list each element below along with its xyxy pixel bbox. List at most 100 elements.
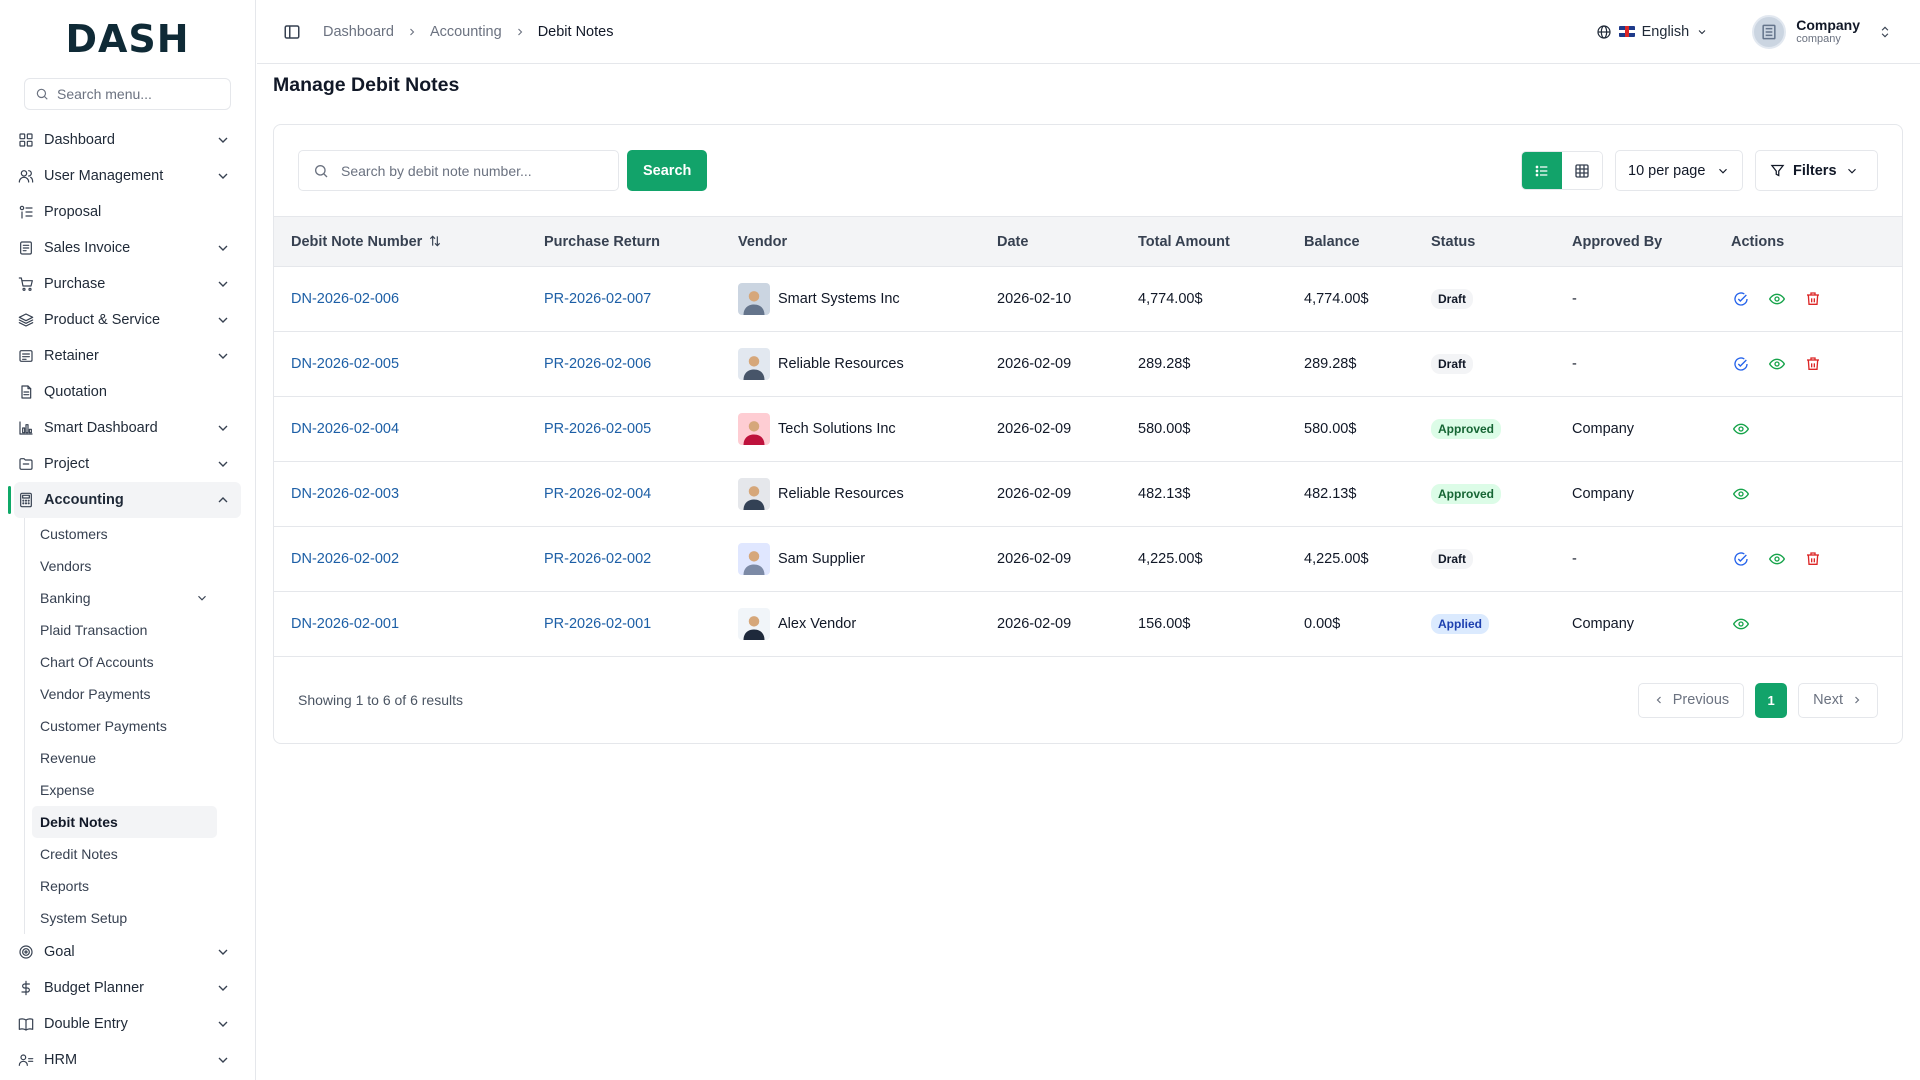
debit-note-link[interactable]: DN-2026-02-006 [291, 291, 399, 307]
approve-icon[interactable] [1731, 354, 1751, 374]
breadcrumb-accounting[interactable]: Accounting [430, 24, 502, 40]
bar-chart-icon [18, 420, 34, 436]
sidebar-item-budget-planner[interactable]: Budget Planner [14, 970, 241, 1006]
view-icon[interactable] [1767, 549, 1787, 569]
debit-note-link[interactable]: DN-2026-02-003 [291, 486, 399, 502]
submenu-item-customers[interactable]: Customers [32, 518, 217, 550]
approve-icon[interactable] [1731, 549, 1751, 569]
menu-search[interactable]: Search menu... [24, 78, 231, 110]
sidebar-item-project[interactable]: Project [14, 446, 241, 482]
sidebar-item-user-management[interactable]: User Management [14, 158, 241, 194]
page-number-button[interactable]: 1 [1755, 682, 1788, 718]
vendor-name: Reliable Resources [778, 486, 904, 502]
view-icon[interactable] [1731, 614, 1751, 634]
language-selector[interactable]: English [1596, 24, 1709, 40]
submenu-item-label: Debit Notes [40, 814, 118, 830]
next-page-button[interactable]: Next [1798, 682, 1878, 718]
view-icon[interactable] [1731, 484, 1751, 504]
search-button[interactable]: Search [627, 150, 708, 191]
sidebar-item-goal[interactable]: Goal [14, 934, 241, 970]
trash-icon[interactable] [1803, 289, 1823, 309]
sidebar-toggle-icon[interactable] [283, 23, 301, 41]
view-icon[interactable] [1731, 419, 1751, 439]
company-role: company [1796, 33, 1841, 46]
sidebar-item-product-and-service[interactable]: Product & Service [14, 302, 241, 338]
col-debit-note-number[interactable]: Debit Note Number [274, 217, 527, 267]
sidebar-item-dashboard[interactable]: Dashboard [14, 122, 241, 158]
purchase-return-link[interactable]: PR-2026-02-005 [544, 421, 651, 437]
submenu-item-vendors[interactable]: Vendors [32, 550, 217, 582]
purchase-return-link[interactable]: PR-2026-02-007 [544, 291, 651, 307]
submenu-item-banking[interactable]: Banking [32, 582, 217, 614]
calculator-icon [18, 492, 34, 508]
chevron-down-icon [218, 425, 228, 431]
submenu-item-debit-notes[interactable]: Debit Notes [32, 806, 217, 838]
cell-approved-by: Company [1572, 486, 1635, 502]
approve-icon[interactable] [1731, 289, 1751, 309]
debit-note-search-input[interactable] [341, 162, 591, 179]
debit-note-search[interactable] [298, 150, 619, 191]
sort-icon[interactable] [428, 234, 442, 248]
debit-note-link[interactable]: DN-2026-02-004 [291, 421, 399, 437]
sidebar-item-proposal[interactable]: Proposal [14, 194, 241, 230]
cell-status: Draft [1414, 332, 1555, 397]
sidebar-item-hrm[interactable]: HRM [14, 1042, 241, 1078]
purchase-return-link[interactable]: PR-2026-02-006 [544, 356, 651, 372]
purchase-return-link[interactable]: PR-2026-02-002 [544, 551, 651, 567]
submenu-item-reports[interactable]: Reports [32, 870, 217, 902]
previous-page-button[interactable]: Previous [1637, 682, 1745, 718]
submenu-item-chart-of-accounts[interactable]: Chart Of Accounts [32, 646, 217, 678]
table-row: DN-2026-02-005 PR-2026-02-006 Reliable Res… [274, 332, 1902, 397]
sidebar-item-double-entry[interactable]: Double Entry [14, 1006, 241, 1042]
cell-vendor: Smart Systems Inc [721, 267, 980, 332]
trash-icon[interactable] [1803, 549, 1823, 569]
per-page-select[interactable]: 10 per page [1615, 150, 1743, 191]
purchase-return-link[interactable]: PR-2026-02-001 [544, 616, 651, 632]
submenu-item-expense[interactable]: Expense [32, 774, 217, 806]
trash-icon[interactable] [1803, 354, 1823, 374]
pagination: Previous 1 Next [1637, 682, 1878, 718]
breadcrumb-current: Debit Notes [537, 23, 614, 40]
sidebar-item-retainer[interactable]: Retainer [14, 338, 241, 374]
submenu-item-label: Credit Notes [40, 846, 118, 862]
sidebar-item-sales-invoice[interactable]: Sales Invoice [14, 230, 241, 266]
cell-approved-by: - [1572, 551, 1577, 567]
page-title: Manage Debit Notes [273, 74, 460, 96]
company-switcher[interactable]: Company company [1796, 17, 1860, 46]
submenu-item-revenue[interactable]: Revenue [32, 742, 217, 774]
debit-note-link[interactable]: DN-2026-02-001 [291, 616, 399, 632]
submenu-item-customer-payments[interactable]: Customer Payments [32, 710, 217, 742]
target-icon [18, 944, 34, 960]
company-avatar[interactable] [1752, 14, 1787, 49]
sidebar-item-smart-dashboard[interactable]: Smart Dashboard [14, 410, 241, 446]
logo[interactable]: DASH [0, 0, 255, 78]
filter-icon [1770, 164, 1785, 177]
chevron-right-icon [1855, 696, 1860, 704]
sidebar-item-quotation[interactable]: Quotation [14, 374, 241, 410]
cell-date: 2026-02-09 [997, 551, 1072, 567]
language-label: English [1641, 23, 1690, 40]
sidebar-nav: Dashboard User Management Proposal Sales In… [0, 122, 255, 1078]
sidebar: DASH Search menu... Dashboard User Manage… [0, 0, 256, 1080]
list-view-button[interactable] [1522, 152, 1562, 189]
row-actions [1731, 354, 1902, 374]
submenu-item-credit-notes[interactable]: Credit Notes [32, 838, 217, 870]
debit-note-link[interactable]: DN-2026-02-005 [291, 356, 399, 372]
filters-button[interactable]: Filters [1755, 150, 1878, 191]
view-icon[interactable] [1767, 354, 1787, 374]
purchase-return-link[interactable]: PR-2026-02-004 [544, 486, 651, 502]
submenu-item-system-setup[interactable]: System Setup [32, 902, 217, 934]
chevron-up-down-icon[interactable] [1878, 25, 1892, 39]
grid-view-button[interactable] [1562, 152, 1602, 189]
sidebar-item-purchase[interactable]: Purchase [14, 266, 241, 302]
layers-icon [18, 312, 34, 328]
col-purchase-return: Purchase Return [544, 233, 661, 250]
view-icon[interactable] [1767, 289, 1787, 309]
breadcrumb-dashboard[interactable]: Dashboard [323, 24, 394, 40]
logo-text: DASH [65, 17, 190, 61]
debit-note-link[interactable]: DN-2026-02-002 [291, 551, 399, 567]
cell-purchase-return: PR-2026-02-005 [527, 397, 721, 462]
sidebar-item-accounting[interactable]: Accounting [8, 482, 241, 518]
submenu-item-vendor-payments[interactable]: Vendor Payments [32, 678, 217, 710]
submenu-item-plaid-transaction[interactable]: Plaid Transaction [32, 614, 217, 646]
